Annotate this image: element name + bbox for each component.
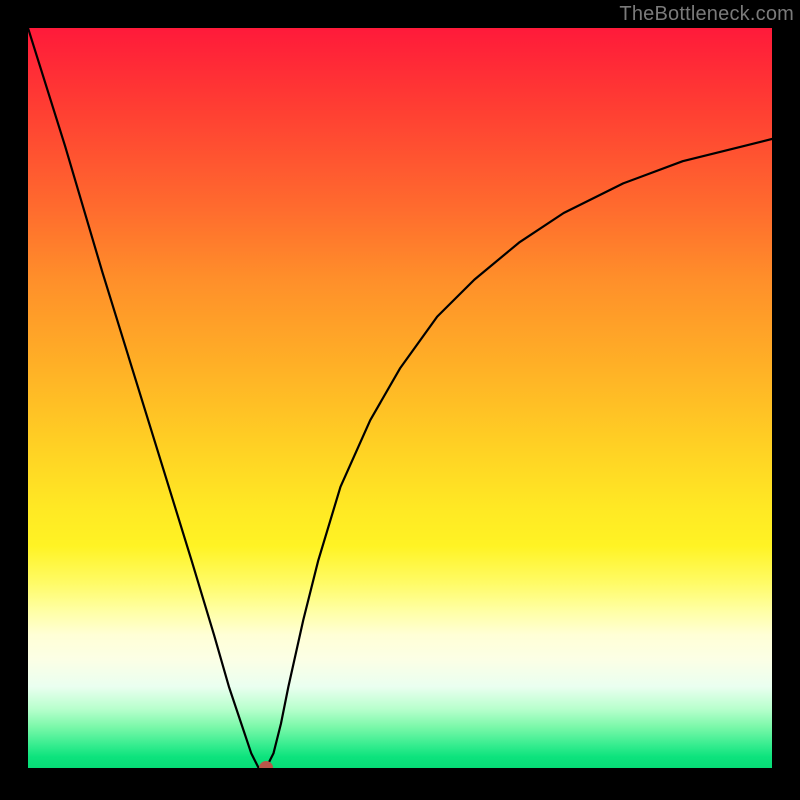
- bottleneck-curve: [28, 28, 772, 768]
- curve-svg: [28, 28, 772, 768]
- optimal-point-marker: [260, 762, 273, 769]
- chart-frame: TheBottleneck.com: [0, 0, 800, 800]
- plot-area: [28, 28, 772, 768]
- watermark-text: TheBottleneck.com: [619, 3, 794, 26]
